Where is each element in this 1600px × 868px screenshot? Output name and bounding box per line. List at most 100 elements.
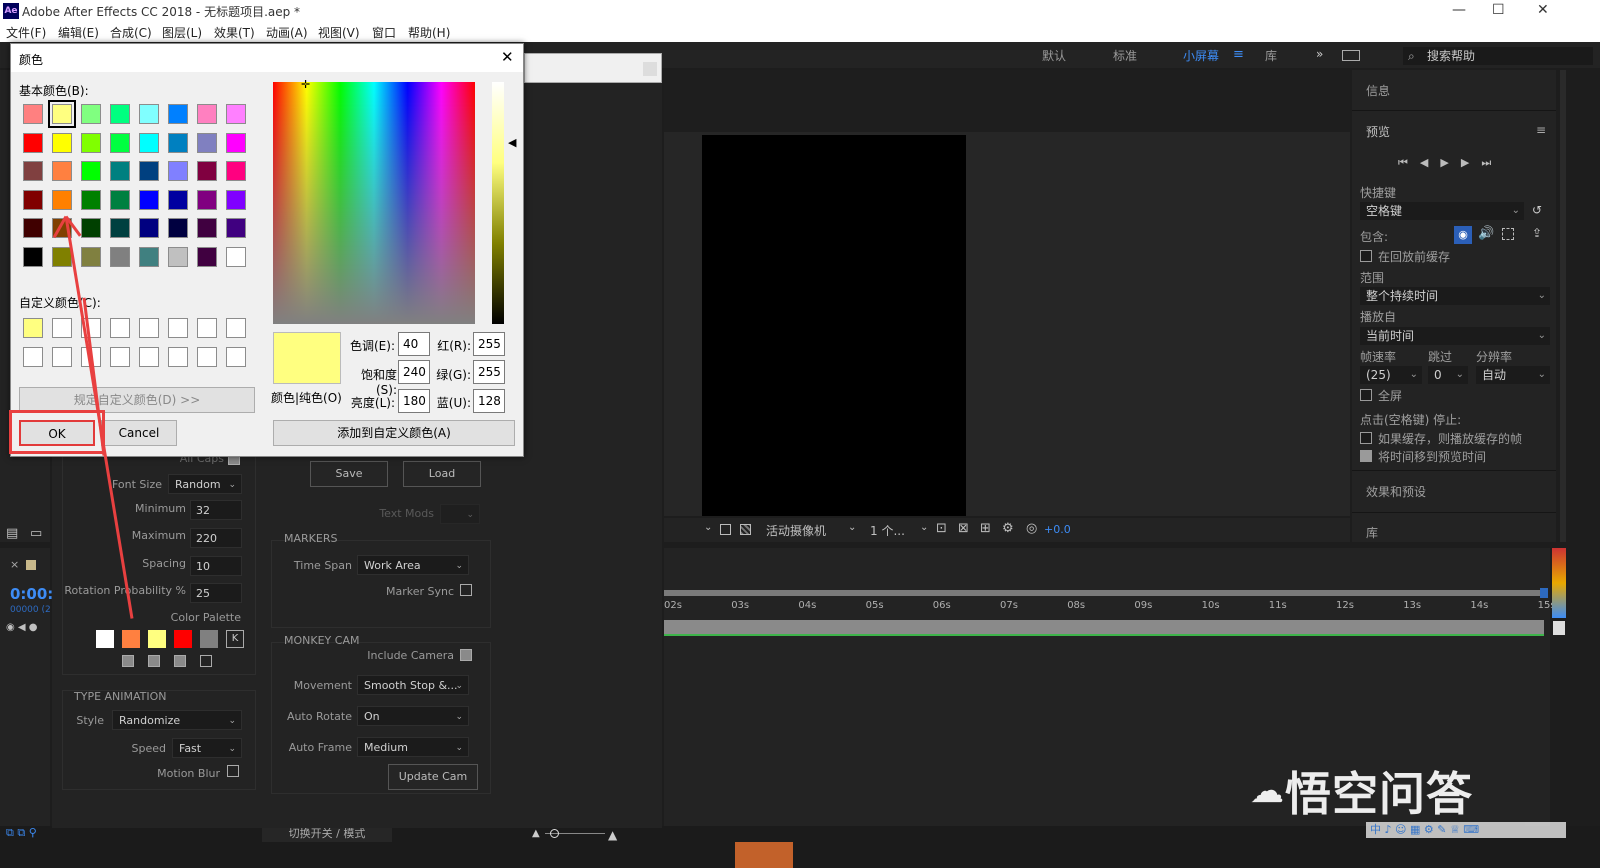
basic-color-swatch[interactable] (168, 132, 188, 153)
basic-color-swatch[interactable] (168, 104, 188, 124)
monitor-icon[interactable] (1342, 50, 1360, 61)
custom-color-swatch[interactable] (52, 318, 72, 338)
reset-icon[interactable]: ↺ (1532, 203, 1542, 217)
fps-dropdown[interactable]: (25) ⌄ (1360, 366, 1422, 384)
basic-color-swatch[interactable] (110, 104, 130, 124)
composition-viewer[interactable] (664, 70, 1350, 516)
palette-swatch[interactable] (122, 630, 140, 648)
zoom-out-icon[interactable]: ▲ (532, 828, 540, 839)
transparency-grid-icon[interactable] (740, 524, 751, 535)
dialog-close-icon[interactable]: ✕ (501, 48, 514, 66)
plugin-close-icon[interactable] (643, 62, 657, 76)
chevron-down-icon[interactable]: ⌄ (848, 522, 856, 533)
panel-menu-icon[interactable]: ≡ (1536, 123, 1546, 137)
chevron-down-icon[interactable]: ⌄ (704, 522, 712, 533)
basic-color-swatch[interactable] (226, 246, 246, 267)
skip-dropdown[interactable]: 0 ⌄ (1428, 366, 1468, 384)
luminance-pointer-icon[interactable]: ◀ (508, 136, 516, 149)
basic-color-swatch[interactable] (197, 132, 217, 153)
menu-help[interactable]: 帮助(H) (408, 24, 450, 41)
movement-dropdown[interactable]: Smooth Stop &... ⌄ (357, 675, 469, 695)
luminance-slider[interactable] (492, 82, 504, 324)
time-ruler[interactable]: 02s 03s 04s 05s 06s 07s 08s 09s 10s 11s 12s 13s 14s 1… (664, 600, 1556, 620)
include-camera-checkbox[interactable] (460, 649, 472, 661)
timecode[interactable]: 0:00: (10, 585, 53, 603)
close-icon[interactable]: ✕ (1537, 2, 1549, 18)
basic-color-swatch[interactable] (197, 218, 217, 238)
auto-rotate-dropdown[interactable]: On ⌄ (357, 706, 469, 726)
menu-animation[interactable]: 动画(A) (266, 24, 308, 41)
taskbar-app-icon[interactable] (735, 842, 793, 868)
timeline-menu-icon[interactable] (1553, 621, 1565, 635)
basic-color-swatch[interactable] (52, 161, 72, 181)
fast-preview-icon[interactable]: ⊡ (936, 521, 947, 536)
basic-color-swatch[interactable] (168, 189, 188, 210)
workspace-default[interactable]: 默认 (1042, 47, 1066, 64)
basic-color-swatch[interactable] (168, 161, 188, 181)
red-input[interactable]: 255 (473, 332, 505, 356)
basic-color-swatch[interactable] (48, 100, 76, 128)
rotation-probability-input[interactable]: 25 (190, 583, 242, 603)
workspace-library[interactable]: 库 (1265, 47, 1277, 64)
custom-color-swatch[interactable] (110, 318, 130, 338)
save-button[interactable]: Save (310, 461, 388, 487)
custom-color-swatch[interactable] (197, 318, 217, 338)
chevron-down-icon[interactable]: ⌄ (920, 522, 928, 533)
basic-color-swatch[interactable] (23, 246, 43, 267)
overlay-icon[interactable] (1502, 228, 1514, 240)
luminance-input[interactable]: 180 (398, 389, 430, 413)
zoom-in-icon[interactable]: ▲ (608, 828, 617, 842)
workspace-standard[interactable]: 标准 (1113, 47, 1137, 64)
add-to-custom-colors-button[interactable]: 添加到自定义颜色(A) (273, 420, 515, 446)
basic-color-swatch[interactable] (110, 218, 130, 238)
basic-color-swatch[interactable] (52, 189, 72, 210)
basic-color-swatch[interactable] (226, 189, 246, 210)
basic-color-swatch[interactable] (110, 132, 130, 153)
layer-bar[interactable] (664, 620, 1544, 634)
views-dropdown[interactable]: 1 个... (870, 522, 905, 539)
workspace-small-screen[interactable]: 小屏幕 (1183, 47, 1219, 64)
custom-color-swatch[interactable] (197, 347, 217, 367)
basic-color-swatch[interactable] (110, 246, 130, 267)
menu-composition[interactable]: 合成(C) (110, 24, 152, 41)
basic-color-swatch[interactable] (23, 218, 43, 238)
workspace-more-icon[interactable]: » (1316, 47, 1323, 61)
reset-exposure-icon[interactable]: ◎ (1026, 521, 1037, 536)
basic-color-swatch[interactable] (226, 104, 246, 124)
custom-color-swatch[interactable] (23, 318, 43, 338)
audio-icon[interactable]: 🔊 (1478, 226, 1494, 241)
palette-checkbox[interactable] (174, 655, 186, 667)
menu-window[interactable]: 窗口 (372, 24, 396, 41)
basic-color-swatch[interactable] (226, 161, 246, 181)
interpret-footage-icon[interactable]: ▤ (6, 526, 18, 541)
custom-color-swatch[interactable] (110, 347, 130, 367)
toggle-switches-modes[interactable]: 切换开关 / 模式 (262, 826, 392, 842)
basic-color-swatch[interactable] (139, 218, 159, 238)
palette-swatch[interactable] (200, 630, 218, 648)
workspace-menu-icon[interactable]: ≡ (1233, 47, 1244, 62)
motion-blur-checkbox[interactable] (227, 765, 239, 777)
work-area-bar[interactable] (664, 590, 1544, 596)
menu-layer[interactable]: 图层(L) (162, 24, 202, 41)
custom-color-swatch[interactable] (52, 347, 72, 367)
basic-color-swatch[interactable] (139, 189, 159, 210)
basic-color-swatch[interactable] (139, 104, 159, 124)
basic-color-swatch[interactable] (52, 132, 72, 153)
comp-tab-icon[interactable] (26, 560, 36, 570)
region-icon[interactable] (720, 524, 731, 535)
right-scrollbar[interactable] (1560, 70, 1566, 542)
new-folder-icon[interactable]: ▭ (30, 526, 42, 541)
basic-color-swatch[interactable] (110, 189, 130, 210)
speed-dropdown[interactable]: Fast ⌄ (172, 738, 242, 758)
basic-color-swatch[interactable] (139, 246, 159, 267)
library-title[interactable]: 库 (1366, 524, 1378, 541)
last-frame-icon[interactable]: ⏭ (1481, 156, 1503, 169)
green-input[interactable]: 255 (473, 360, 505, 384)
basic-color-swatch[interactable] (23, 161, 43, 181)
basic-color-swatch[interactable] (168, 218, 188, 238)
cancel-button[interactable]: Cancel (101, 420, 177, 446)
time-span-dropdown[interactable]: Work Area ⌄ (357, 555, 469, 575)
basic-color-swatch[interactable] (139, 132, 159, 153)
ime-toolbar[interactable]: 中 ♪ ☺ ▦ ⚙ ✎ ♕ ⌨ (1366, 822, 1566, 838)
menu-view[interactable]: 视图(V) (318, 24, 360, 41)
